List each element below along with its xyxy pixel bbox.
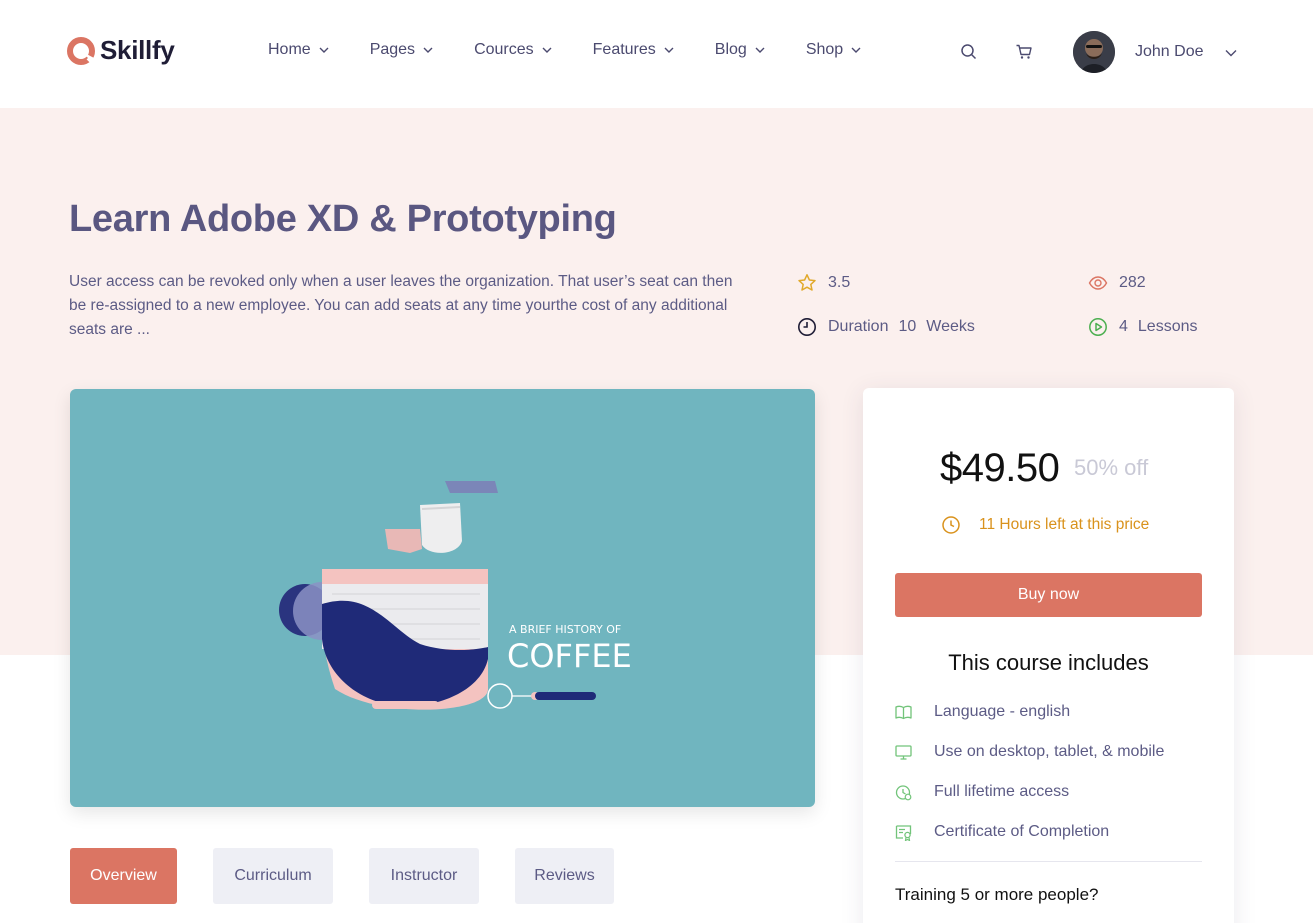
duration-unit: Weeks (926, 318, 975, 335)
includes-title: This course includes (948, 650, 1149, 675)
course-image: A BRIEF HISTORY OF COFFEE (70, 389, 815, 807)
book-icon (895, 705, 912, 719)
buy-now-label: Buy now (1017, 586, 1080, 603)
nav-item-blog[interactable]: Blog (715, 41, 766, 59)
views-count: 282 (1119, 274, 1146, 291)
chevron-down-icon (755, 47, 765, 53)
rating: 3.5 (797, 273, 850, 293)
card-divider (895, 861, 1202, 862)
time-left-text: 11 Hours left at this price (979, 516, 1150, 533)
lessons-count: 4 (1119, 318, 1128, 335)
logo-icon (67, 36, 96, 65)
include-label: Certificate of Completion (934, 823, 1110, 840)
tab-label: Curriculum (234, 867, 312, 884)
nav-label: Home (268, 41, 311, 58)
play-circle-icon (1089, 318, 1107, 336)
training-text: Training 5 or more people? (895, 885, 1099, 904)
nav-item-shop[interactable]: Shop (806, 41, 862, 59)
course-description: User access can be revoked only when a u… (69, 273, 733, 338)
nav-label: Features (592, 41, 656, 58)
cart-icon[interactable] (1015, 43, 1033, 61)
monitor-icon (895, 744, 912, 760)
brand-logo[interactable]: Skillfy (66, 35, 175, 66)
clock-icon (798, 318, 816, 336)
chevron-down-icon (423, 47, 433, 53)
chevron-down-icon (542, 47, 552, 53)
main-nav: Home Pages Cources Features Blog Shop (268, 41, 902, 59)
chevron-down-icon (319, 47, 329, 53)
nav-item-features[interactable]: Features (593, 41, 675, 59)
nav-label: Pages (369, 41, 416, 58)
include-label: Language - english (934, 703, 1071, 720)
include-label: Use on desktop, tablet, & mobile (934, 743, 1165, 760)
tab-label: Reviews (534, 867, 595, 884)
lifetime-clock-icon (895, 784, 912, 800)
include-label: Full lifetime access (934, 783, 1070, 800)
include-language: Language - english (895, 703, 1070, 721)
clock-icon (942, 516, 960, 534)
page-title: Learn Adobe XD & Prototyping (69, 198, 617, 240)
nav-item-pages[interactable]: Pages (370, 41, 434, 59)
certificate-icon (895, 824, 912, 841)
time-left: 11 Hours left at this price (941, 515, 1149, 535)
buy-now-button[interactable]: Buy now (895, 573, 1202, 617)
chevron-down-icon (664, 47, 674, 53)
duration-value: 10 (898, 318, 917, 335)
tab-curriculum[interactable]: Curriculum (213, 848, 333, 904)
price: $49.50 (940, 446, 1060, 490)
tab-instructor[interactable]: Instructor (369, 848, 479, 904)
image-text-line1: A BRIEF HISTORY OF (509, 623, 621, 636)
duration: Duration 10 Weeks (797, 317, 975, 337)
nav-label: Shop (805, 41, 844, 58)
rating-value: 3.5 (828, 274, 851, 291)
views: 282 (1088, 273, 1146, 293)
tab-label: Instructor (390, 867, 458, 884)
coffee-illustration: A BRIEF HISTORY OF COFFEE (279, 481, 632, 710)
brand-name: Skillfy (100, 35, 175, 65)
duration-label: Duration (828, 318, 889, 335)
avatar-image (1073, 31, 1115, 73)
include-certificate: Certificate of Completion (895, 823, 1109, 841)
include-devices: Use on desktop, tablet, & mobile (895, 743, 1164, 761)
search-icon[interactable] (960, 43, 978, 61)
tab-label: Overview (90, 867, 157, 884)
discount: 50% off (1074, 455, 1149, 480)
avatar[interactable] (1073, 31, 1115, 73)
chevron-down-icon (851, 47, 861, 53)
nav-label: Blog (714, 41, 747, 58)
user-name[interactable]: John Doe (1135, 43, 1204, 61)
image-text-line2: COFFEE (507, 637, 632, 675)
lessons-label: Lessons (1137, 318, 1198, 335)
site-header: Skillfy Home Pages Cources Features Blog… (0, 0, 1313, 108)
lessons: 4 Lessons (1088, 317, 1198, 337)
nav-label: Cources (474, 41, 534, 58)
star-icon (798, 274, 816, 291)
chevron-down-icon[interactable] (1224, 46, 1238, 60)
nav-item-home[interactable]: Home (268, 41, 330, 59)
tab-overview[interactable]: Overview (70, 848, 177, 904)
include-lifetime: Full lifetime access (895, 783, 1069, 801)
tab-reviews[interactable]: Reviews (515, 848, 614, 904)
eye-icon (1088, 276, 1108, 290)
nav-item-cources[interactable]: Cources (474, 41, 553, 59)
